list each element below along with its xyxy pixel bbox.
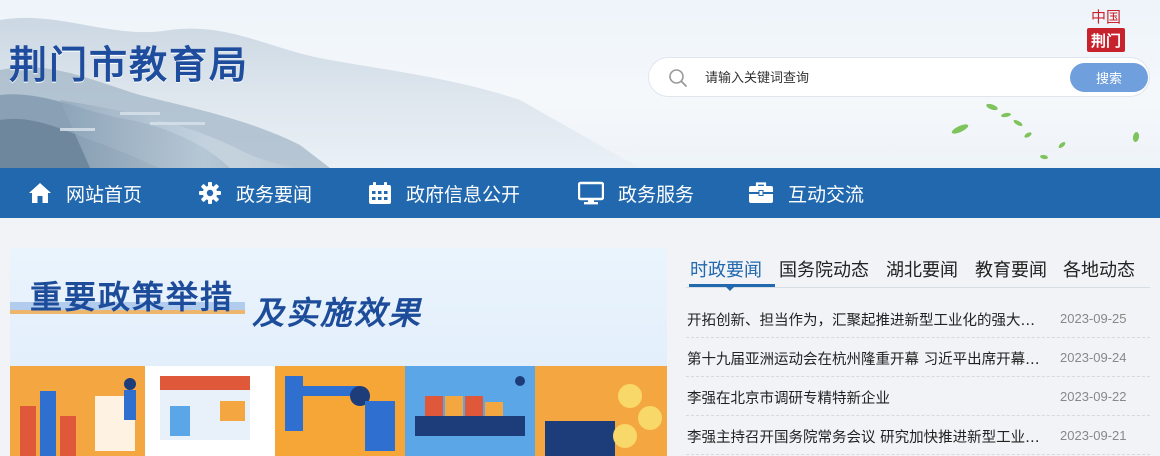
nav-item-label: 互动交流	[788, 183, 865, 206]
nav-item-label: 网站首页	[66, 183, 143, 206]
nav-item-home[interactable]: 网站首页	[28, 168, 142, 218]
jingmen-seal-logo: 中国 荆门	[1087, 8, 1125, 52]
news-date: 2023-09-25	[1060, 311, 1127, 326]
nav-item-label: 政府信息公开	[406, 183, 521, 206]
svg-text:中国: 中国	[1091, 8, 1121, 26]
tab-state-council[interactable]: 国务院动态	[779, 256, 869, 282]
news-title[interactable]: 第十九届亚洲运动会在杭州隆重开幕 习近平出席开幕式并宣布本届亚运会开幕	[687, 348, 1047, 369]
news-date: 2023-09-24	[1060, 350, 1127, 365]
briefcase-icon	[749, 182, 773, 203]
news-date: 2023-09-22	[1060, 389, 1127, 404]
banner-subheadline: 及实施效果	[252, 294, 423, 332]
policy-banner[interactable]: 重要政策举措 及实施效果	[10, 248, 667, 456]
news-list-item[interactable]: 李强主持召开国务院常务会议 研究加快推进新型工业化等工作 2023-09-21	[686, 416, 1150, 455]
nav-item-gov-services[interactable]: 政务服务	[578, 168, 694, 218]
search-button[interactable]: 搜索	[1070, 63, 1148, 92]
main-nav: 网站首页 政务要闻 政府信息公开 政务服务 互动交流	[0, 168, 1160, 218]
news-tabs: 时政要闻 国务院动态 湖北要闻 教育要闻 各地动态	[686, 248, 1150, 291]
monitor-icon	[578, 181, 604, 205]
news-list-item[interactable]: 第十九届亚洲运动会在杭州隆重开幕 习近平出席开幕式并宣布本届亚运会开幕 2023…	[686, 338, 1150, 377]
search-input[interactable]	[705, 67, 1045, 89]
news-title[interactable]: 李强主持召开国务院常务会议 研究加快推进新型工业化等工作	[687, 426, 1047, 447]
svg-text:荆门: 荆门	[1091, 32, 1121, 50]
banner-illustration	[10, 366, 667, 456]
banner-headline: 重要政策举措	[30, 278, 235, 316]
gear-icon	[199, 182, 221, 204]
nav-item-label: 政务要闻	[236, 183, 313, 206]
news-list-item[interactable]: 开拓创新、担当作为，汇聚起推进新型工业化的强大力量 2023-09-25	[686, 299, 1150, 338]
site-title: 荆门市教育局	[9, 43, 250, 87]
tab-local-news[interactable]: 各地动态	[1063, 256, 1135, 282]
nav-item-info-disclosure[interactable]: 政府信息公开	[368, 168, 520, 218]
nav-item-government-news[interactable]: 政务要闻	[198, 168, 312, 218]
site-header: 荆门市教育局 中国 荆门 搜索	[0, 0, 1160, 168]
search-icon[interactable]	[667, 67, 689, 89]
search-box: 搜索	[648, 57, 1150, 97]
news-panel: 时政要闻 国务院动态 湖北要闻 教育要闻 各地动态 开拓创新、担当作为，汇聚起推…	[686, 248, 1150, 456]
news-title[interactable]: 开拓创新、担当作为，汇聚起推进新型工业化的强大力量	[687, 309, 1047, 330]
tab-education-news[interactable]: 教育要闻	[975, 256, 1047, 282]
nav-item-label: 政务服务	[618, 183, 695, 206]
tab-current-affairs[interactable]: 时政要闻	[690, 256, 762, 282]
leaves-decoration	[951, 103, 1140, 160]
nav-item-interaction[interactable]: 互动交流	[748, 168, 864, 218]
news-title[interactable]: 李强在北京市调研专精特新企业	[687, 387, 1047, 408]
news-date: 2023-09-21	[1060, 428, 1127, 443]
home-icon	[29, 183, 51, 203]
active-tab-caret	[726, 287, 734, 291]
calendar-icon	[369, 182, 391, 204]
news-list-item[interactable]: 李强在北京市调研专精特新企业 2023-09-22	[686, 377, 1150, 416]
tab-hubei-news[interactable]: 湖北要闻	[886, 256, 958, 282]
